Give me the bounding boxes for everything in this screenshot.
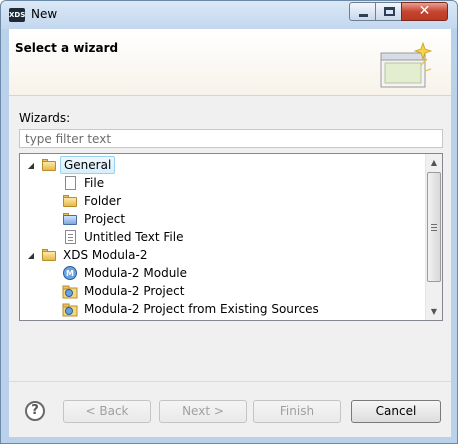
vertical-scrollbar[interactable]: ▲ ▼ <box>425 154 442 320</box>
tree-item-label: Project <box>84 212 126 226</box>
maximize-icon <box>384 7 395 16</box>
wizards-label: Wizards: <box>19 111 71 125</box>
svg-text:M: M <box>66 269 74 278</box>
modula-project-icon <box>62 285 78 299</box>
text-file-icon <box>62 229 78 245</box>
tree-item-modula-2-project-existing[interactable]: Modula-2 Project from Existing Sources <box>62 300 322 318</box>
file-icon <box>62 175 78 191</box>
tree-item-label: Folder <box>84 194 122 208</box>
tree-item-untitled-text-file[interactable]: Untitled Text File <box>62 228 186 246</box>
tree-item-label: Untitled Text File <box>84 230 184 244</box>
tree-item-folder[interactable]: Folder <box>62 192 124 210</box>
project-folder-icon <box>62 211 78 227</box>
banner-title: Select a wizard <box>15 41 119 55</box>
wizard-tree[interactable]: ◢ General File Folder Project Untitled T… <box>19 153 443 321</box>
tree-item-modula-2-project[interactable]: Modula-2 Project <box>62 282 187 300</box>
tree-item-label: Modula-2 Project from Existing Sources <box>84 302 319 316</box>
maximize-button[interactable] <box>375 2 402 21</box>
close-icon: ✕ <box>418 3 431 19</box>
scroll-up-icon[interactable]: ▲ <box>426 154 442 171</box>
tree-item-label: File <box>84 176 105 190</box>
cancel-button[interactable]: Cancel <box>351 400 441 423</box>
window-title: New <box>31 7 58 21</box>
tree-item-label: XDS Modula-2 <box>63 248 148 262</box>
expanded-arrow-icon[interactable]: ◢ <box>26 161 36 170</box>
folder-open-icon <box>41 157 57 173</box>
tree-item-label: General <box>60 156 116 174</box>
finish-button[interactable]: Finish <box>253 400 341 423</box>
tree-item-xds-modula-2[interactable]: ◢ XDS Modula-2 <box>26 246 150 264</box>
tree-item-modula-2-module[interactable]: M Modula-2 Module <box>62 264 190 282</box>
minimize-icon <box>359 14 368 17</box>
button-bar-divider <box>9 381 451 382</box>
minimize-button[interactable] <box>349 2 376 21</box>
tree-item-general[interactable]: ◢ General <box>26 156 116 174</box>
wizard-banner: Select a wizard <box>9 29 451 96</box>
modula-module-icon: M <box>63 266 77 280</box>
grip-icon <box>431 224 437 231</box>
xds-app-icon: XDS <box>9 8 25 22</box>
close-button[interactable]: ✕ <box>401 2 448 21</box>
tree-item-label: Modula-2 Module <box>84 266 188 280</box>
tree-item-file[interactable]: File <box>62 174 107 192</box>
scrollbar-thumb[interactable] <box>427 172 441 282</box>
tree-item-label: Modula-2 Project <box>84 284 185 298</box>
modula-project-icon <box>62 303 78 317</box>
back-button[interactable]: < Back <box>63 400 151 423</box>
folder-icon <box>62 193 78 209</box>
expanded-arrow-icon[interactable]: ◢ <box>26 251 36 260</box>
new-wizard-dialog: XDS New ✕ Select a wizard Wizards: type … <box>0 0 458 444</box>
next-button[interactable]: Next > <box>159 400 247 423</box>
tree-item-project[interactable]: Project <box>62 210 128 228</box>
title-bar[interactable]: XDS New ✕ <box>1 1 457 29</box>
dialog-body: Select a wizard Wizards: ◢ General <box>9 29 451 437</box>
scroll-down-icon[interactable]: ▼ <box>426 303 442 320</box>
help-icon[interactable]: ? <box>25 401 45 421</box>
wizard-sparkle-icon <box>380 41 433 88</box>
folder-open-icon <box>41 247 57 263</box>
filter-input[interactable] <box>19 129 443 148</box>
